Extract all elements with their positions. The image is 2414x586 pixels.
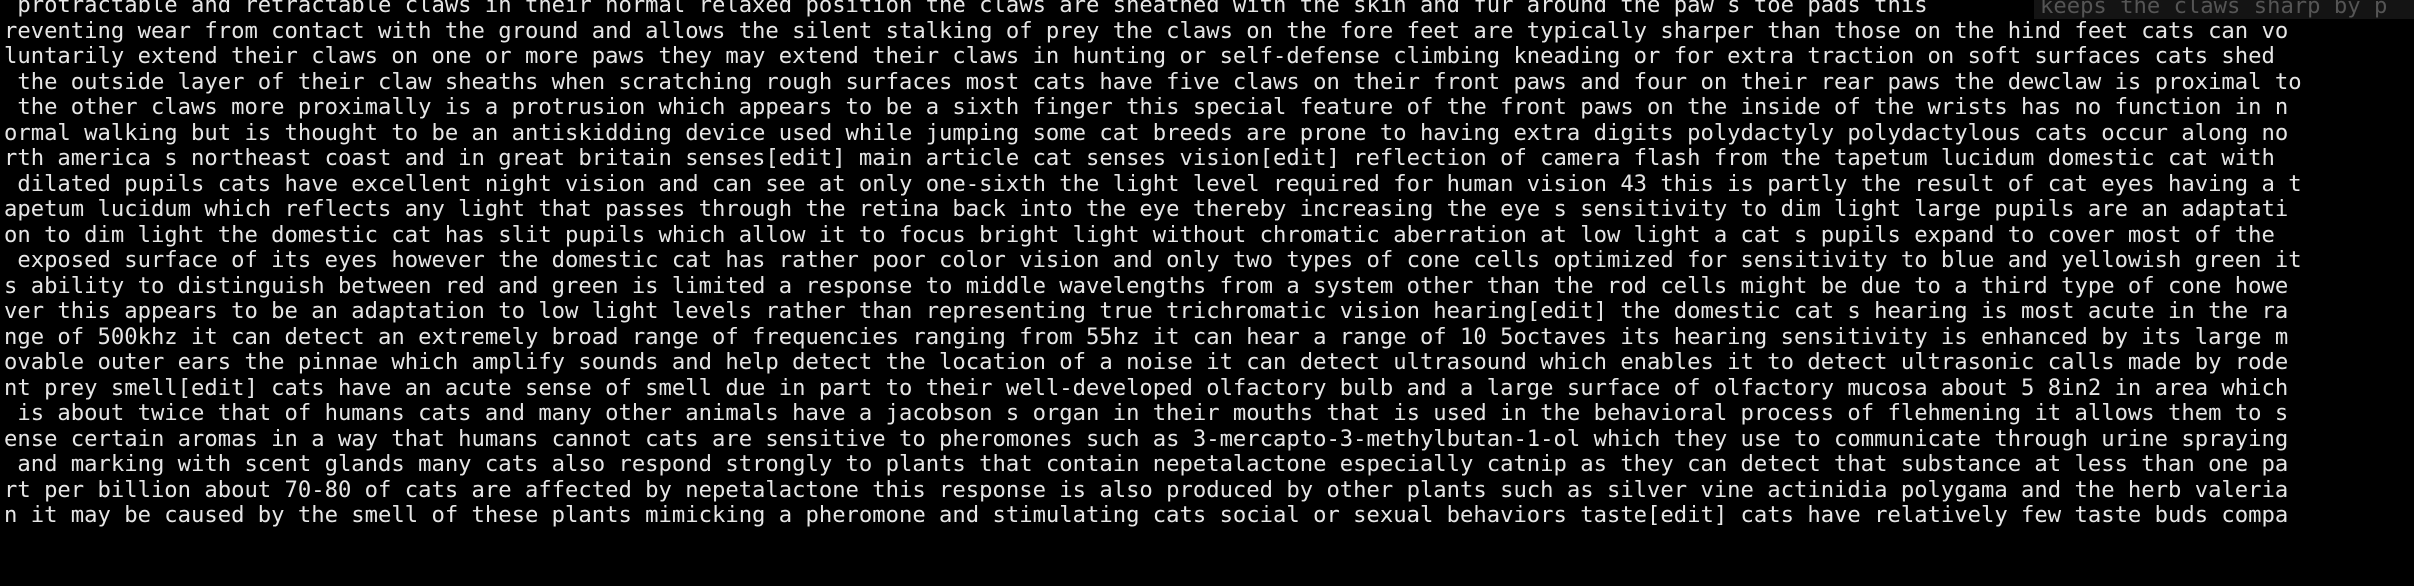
- terminal-line: ormal walking but is thought to be an an…: [4, 120, 2289, 146]
- terminal-line: ver this appears to be an adaptation to …: [4, 299, 2289, 324]
- terminal-window[interactable]: protractable and retractable claws in th…: [0, 0, 2414, 586]
- terminal-line: s ability to distinguish between red and…: [4, 273, 2289, 299]
- terminal-line: ovable outer ears the pinnae which ampli…: [4, 350, 2289, 375]
- terminal-line: luntarily extend their claws on one or m…: [4, 44, 2275, 69]
- terminal-line: nge of 500khz it can detect an extremely…: [4, 324, 2289, 350]
- terminal-line: the other claws more proximally is a pro…: [4, 95, 2289, 120]
- terminal-line: n it may be caused by the smell of these…: [4, 503, 2289, 528]
- terminal-line: ense certain aromas in a way that humans…: [4, 426, 2289, 452]
- faded-overlay-text: keeps the claws sharp by p: [2034, 0, 2414, 19]
- terminal-line: on to dim light the domestic cat has sli…: [4, 222, 2275, 248]
- terminal-line: exposed surface of its eyes however the …: [4, 248, 2302, 273]
- terminal-line: apetum lucidum which reflects any light …: [4, 197, 2289, 222]
- terminal-line: is about twice that of humans cats and m…: [4, 401, 2289, 426]
- terminal-line: nt prey smell[edit] cats have an acute s…: [4, 375, 2289, 401]
- terminal-line: rth america s northeast coast and in gre…: [4, 146, 2275, 171]
- terminal-line: dilated pupils cats have excellent night…: [4, 171, 2302, 197]
- terminal-line: and marking with scent glands many cats …: [4, 452, 2289, 477]
- terminal-line: reventing wear from contact with the gro…: [4, 18, 2289, 44]
- terminal-line: the outside layer of their claw sheaths …: [4, 69, 2302, 95]
- terminal-line: rt per billion about 70-80 of cats are a…: [4, 477, 2289, 503]
